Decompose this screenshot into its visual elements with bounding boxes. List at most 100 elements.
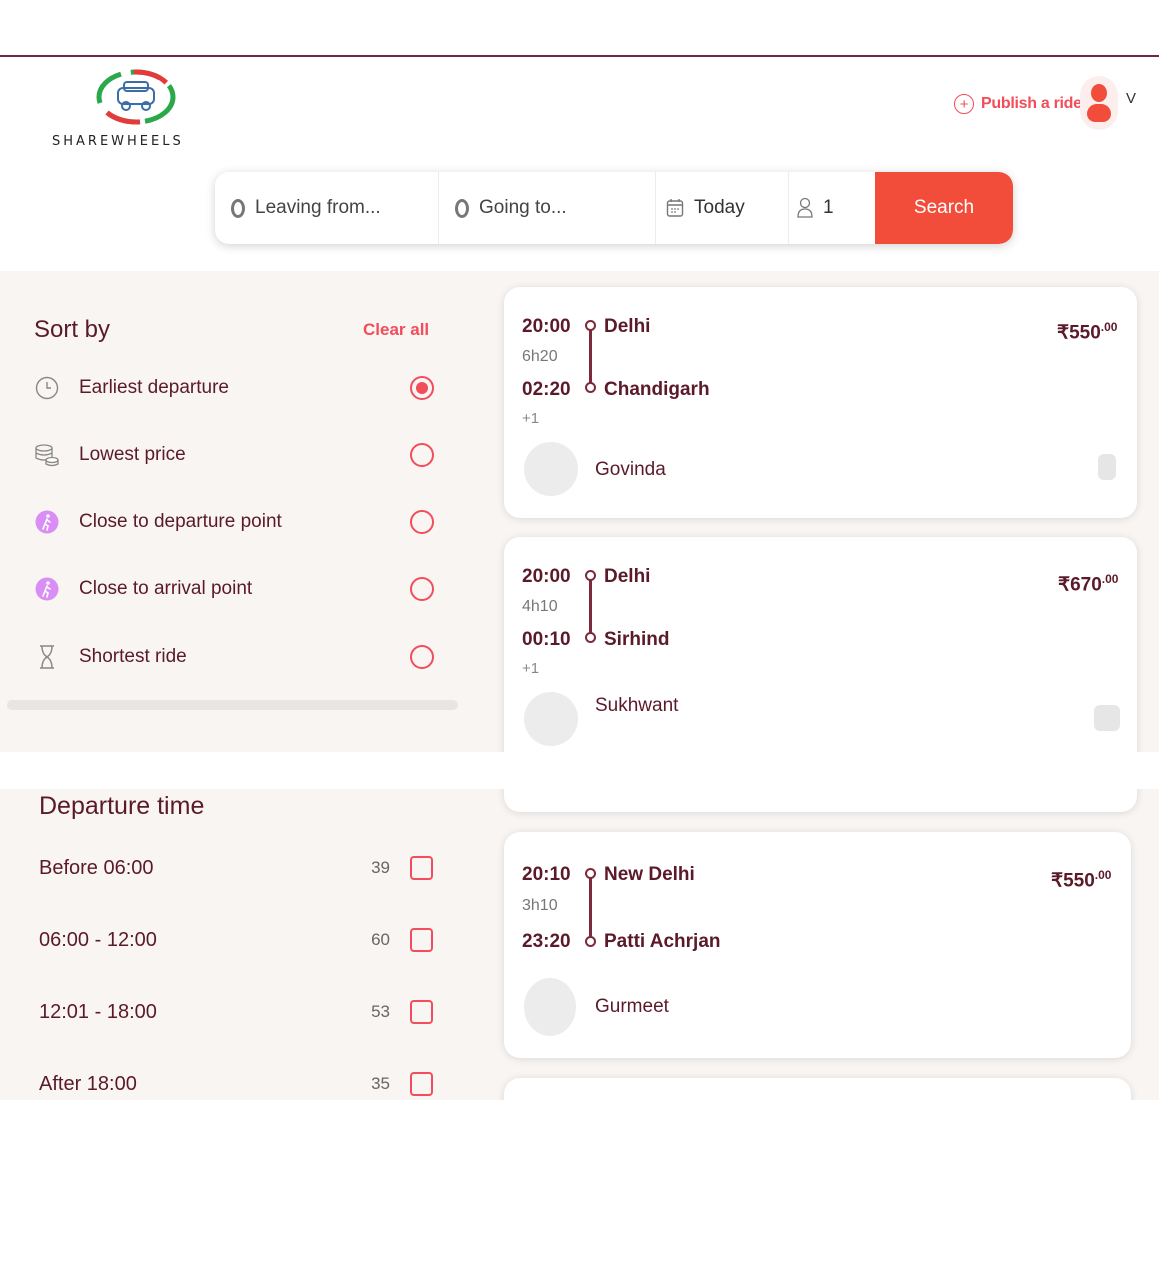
departure-option-label: After 18:00 [39, 1072, 137, 1095]
hourglass-icon [34, 644, 60, 670]
arrival-time: 23:20 [522, 931, 571, 952]
ride-duration: 3h10 [522, 897, 558, 914]
page-bottom [0, 1100, 1159, 1280]
checkbox[interactable] [410, 1000, 433, 1024]
sort-option-close-to-departure[interactable]: Close to departure point [34, 506, 434, 538]
departure-option-before-06[interactable]: Before 06:00 39 [39, 853, 433, 883]
ride-price: ₹550.00 [1051, 868, 1111, 892]
date-value: Today [694, 197, 745, 218]
price-amount: ₹550 [1051, 870, 1095, 892]
radio-unselected[interactable] [410, 645, 434, 669]
search-bar: Leaving from... Going to... Today 1 Sear… [215, 172, 1013, 244]
clear-all-button[interactable]: Clear all [363, 320, 429, 340]
origin-circle-icon [231, 198, 245, 218]
brand-logo[interactable]: SHAREWHEELS [52, 66, 222, 150]
publish-ride-button[interactable]: + Publish a ride [954, 89, 1082, 119]
route-end-dot [585, 936, 596, 947]
day-offset: +1 [522, 410, 540, 427]
walking-icon [34, 576, 60, 602]
route-end-dot [585, 382, 596, 393]
person-icon [797, 197, 813, 218]
user-icon-body [1087, 104, 1111, 122]
driver-name: Govinda [595, 459, 666, 480]
date-picker[interactable]: Today [656, 172, 789, 244]
route-line [589, 580, 592, 634]
departure-option-label: Before 06:00 [39, 856, 154, 879]
car-emblem-icon [96, 69, 176, 125]
sort-option-shortest-ride[interactable]: Shortest ride [34, 641, 434, 673]
route-line-icon [584, 868, 598, 948]
driver-avatar [524, 692, 578, 746]
user-menu-button[interactable]: V [1080, 76, 1140, 130]
sort-option-label: Shortest ride [79, 646, 187, 667]
ride-duration: 4h10 [522, 598, 558, 615]
checkbox[interactable] [410, 856, 433, 880]
destination-city: Chandigarh [604, 379, 710, 400]
origin-city: Delhi [604, 316, 651, 337]
horizontal-scrollbar[interactable] [7, 700, 458, 710]
passenger-selector[interactable]: 1 [789, 172, 875, 244]
price-decimals: .00 [1101, 572, 1119, 586]
sort-by-heading: Sort by [34, 316, 111, 343]
day-offset: +1 [522, 660, 540, 677]
departure-time-heading: Departure time [39, 792, 205, 820]
sort-option-label: Close to departure point [79, 511, 282, 532]
route-line [589, 330, 592, 384]
car-thumbnail-icon [1094, 705, 1120, 731]
price-decimals: .00 [1094, 868, 1112, 882]
price-amount: ₹550 [1057, 322, 1101, 344]
price-decimals: .00 [1100, 320, 1118, 334]
departure-option-after-18[interactable]: After 18:00 35 [39, 1069, 433, 1099]
calendar-icon [666, 199, 684, 217]
search-button[interactable]: Search [875, 172, 1013, 244]
checkbox[interactable] [410, 928, 433, 952]
sort-option-close-to-arrival[interactable]: Close to arrival point [34, 573, 434, 605]
departure-option-count: 60 [371, 930, 390, 949]
radio-unselected[interactable] [410, 443, 434, 467]
going-to-placeholder: Going to... [479, 197, 567, 218]
walking-icon [34, 509, 60, 535]
plus-circle-icon: + [954, 94, 974, 114]
radio-unselected[interactable] [410, 510, 434, 534]
route-end-dot [585, 632, 596, 643]
origin-city: New Delhi [604, 864, 695, 885]
sort-option-lowest-price[interactable]: Lowest price [34, 439, 434, 471]
radio-unselected[interactable] [410, 577, 434, 601]
ride-duration: 6h20 [522, 348, 558, 365]
origin-city: Delhi [604, 566, 651, 587]
chevron-down-icon: V [1126, 90, 1137, 107]
user-icon [1091, 84, 1107, 102]
destination-circle-icon [455, 198, 469, 218]
driver-avatar [524, 978, 576, 1036]
route-line-icon [584, 320, 598, 394]
departure-option-label: 12:01 - 18:00 [39, 1000, 157, 1023]
departure-option-morning[interactable]: 06:00 - 12:00 60 [39, 925, 433, 955]
route-line [589, 878, 592, 938]
sort-option-earliest-departure[interactable]: Earliest departure [34, 372, 434, 404]
departure-option-afternoon[interactable]: 12:01 - 18:00 53 [39, 997, 433, 1027]
passenger-count: 1 [823, 197, 834, 218]
ride-price: ₹670.00 [1058, 572, 1118, 596]
clock-icon [34, 375, 60, 401]
checkbox[interactable] [410, 1072, 433, 1096]
departure-option-label: 06:00 - 12:00 [39, 928, 157, 951]
coins-icon [34, 442, 60, 468]
brand-wordmark: SHAREWHEELS [52, 134, 184, 149]
avatar [1080, 76, 1118, 130]
leaving-from-field[interactable]: Leaving from... [215, 172, 439, 244]
departure-option-count: 53 [371, 1002, 390, 1021]
departure-time: 20:10 [522, 864, 571, 885]
ride-card[interactable]: 20:10 3h10 23:20 New Delhi Patti Achrjan… [504, 832, 1131, 1058]
ride-price: ₹550.00 [1057, 320, 1117, 344]
radio-selected[interactable] [410, 376, 434, 400]
arrival-time: 00:10 [522, 629, 571, 650]
driver-name: Sukhwant [595, 695, 679, 716]
leaving-from-placeholder: Leaving from... [255, 197, 381, 218]
section-gap [0, 752, 1159, 789]
ride-card[interactable]: 20:00 6h20 02:20 +1 Delhi Chandigarh ₹55… [504, 287, 1137, 518]
sort-option-label: Lowest price [79, 444, 186, 465]
publish-ride-label: Publish a ride [981, 95, 1082, 112]
going-to-field[interactable]: Going to... [439, 172, 656, 244]
arrival-time: 02:20 [522, 379, 571, 400]
sort-option-label: Close to arrival point [79, 578, 253, 599]
